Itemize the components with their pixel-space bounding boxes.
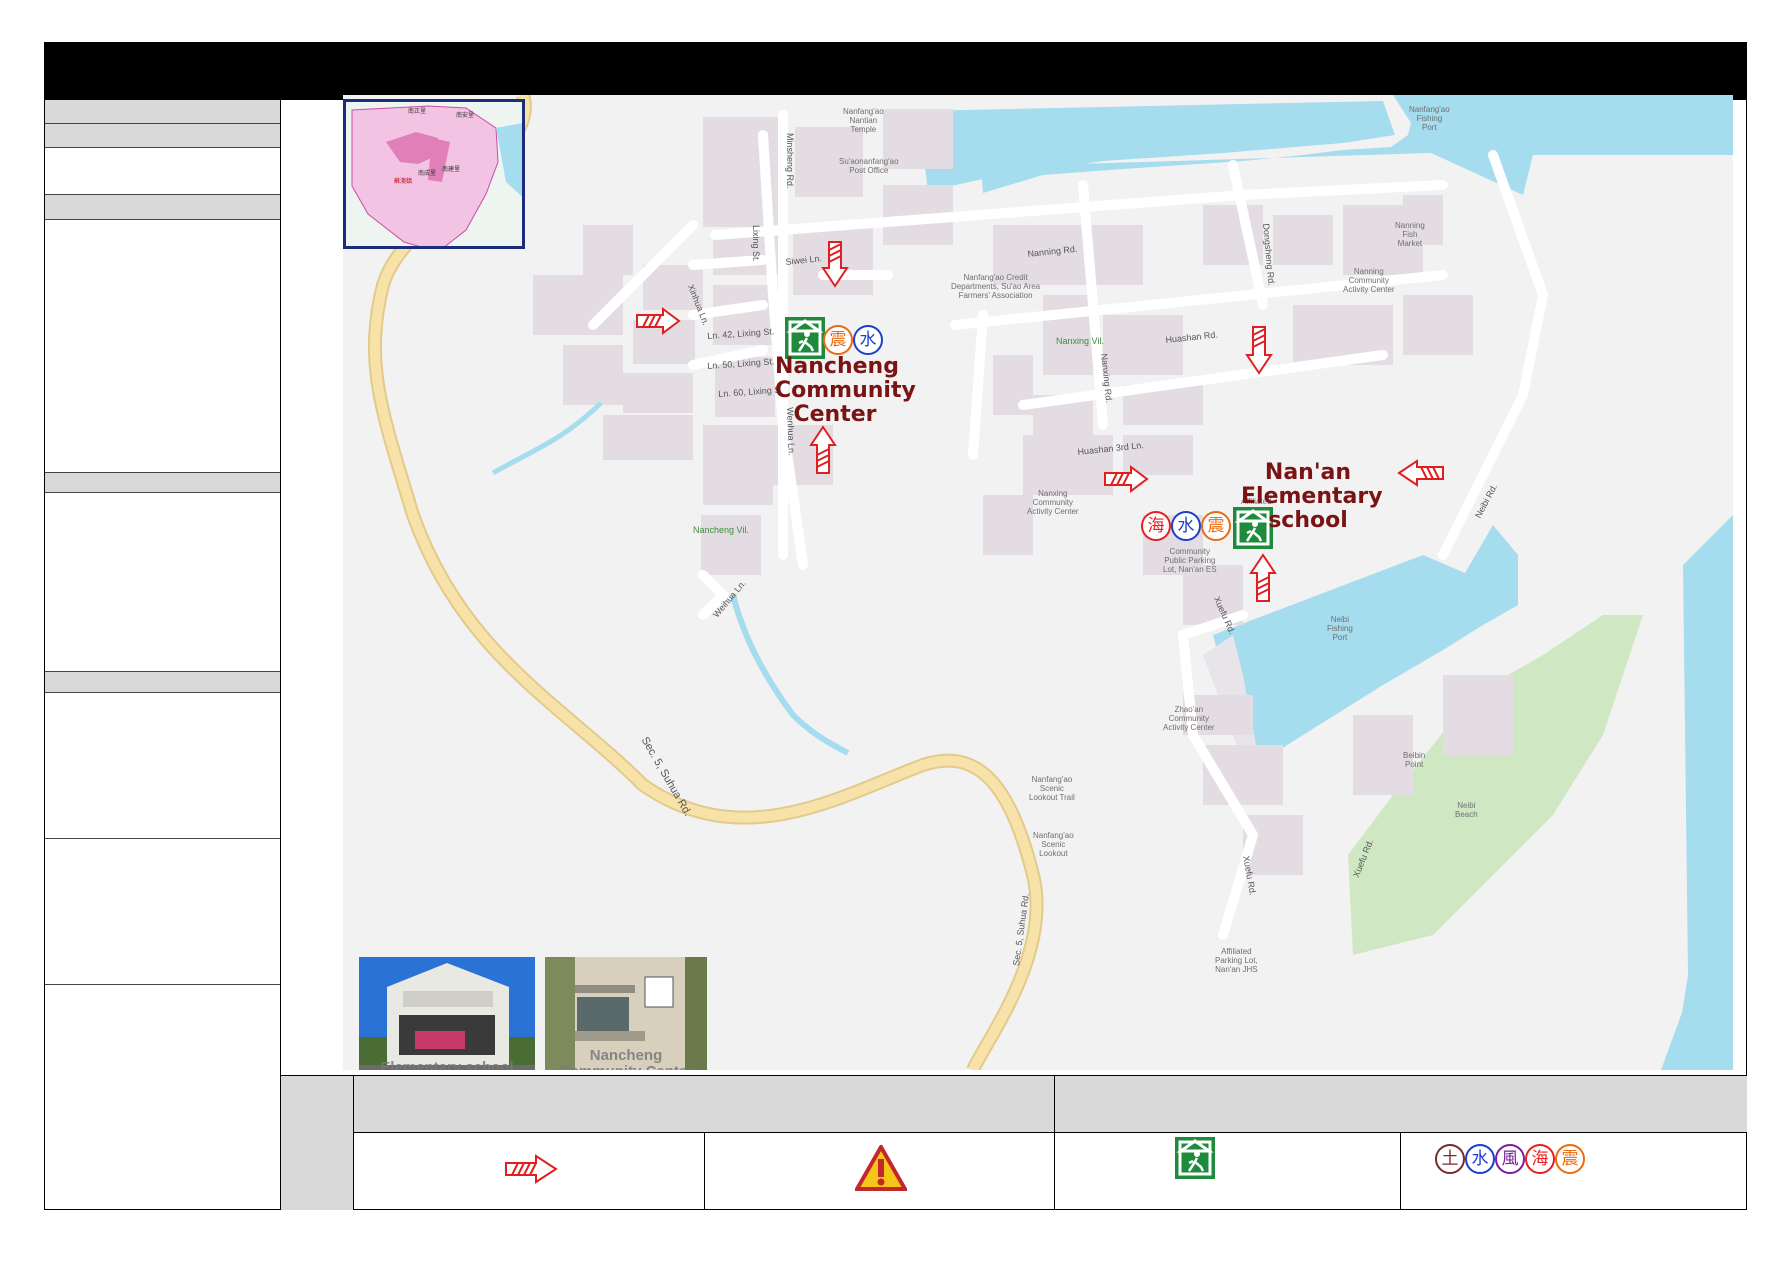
tsunami-hazard-icon: 海 xyxy=(1141,511,1171,541)
flood-hazard-icon: 水 xyxy=(1171,511,1201,541)
evac-arrow-2 xyxy=(821,241,849,288)
poi-temple: Nanfang'ao Nantian Temple xyxy=(843,107,884,134)
sidebar-cell-6 xyxy=(45,985,280,1210)
sidebar-cell-1 xyxy=(45,148,280,195)
stream-2 xyxy=(730,594,850,756)
earthquake-hazard-icon: 震 xyxy=(823,325,853,355)
sidebar-cell-5 xyxy=(45,839,280,985)
evac-arrow-6 xyxy=(1397,459,1444,487)
sidebar-cell-3 xyxy=(45,493,280,672)
shelter-title-nanan: Nan'an Elementary school xyxy=(1241,460,1383,533)
legend-cell-hazards: 土 水 風 海 震 xyxy=(1400,1132,1747,1210)
stream-1 xyxy=(491,401,603,476)
shelter-title-nancheng: Nancheng Community Center xyxy=(775,354,916,427)
inset-locator-map: 南正里 蘇澳鎮 南成里 南安里 南建里 xyxy=(343,99,525,249)
poi-beibin-point: Beibin Point xyxy=(1403,751,1426,769)
evac-arrow-4 xyxy=(1104,465,1149,493)
evac-arrow-5 xyxy=(1245,326,1273,375)
poi-nanxing-center: Nanxing Community Activity Center xyxy=(1027,489,1079,516)
poi-fish-market: Nanning Fish Market xyxy=(1395,221,1425,248)
legend-cell-route xyxy=(353,1132,704,1210)
school-photo xyxy=(359,957,535,1070)
legend-cell-shelter xyxy=(1054,1132,1400,1210)
street-minsheng: Minsheng Rd. xyxy=(785,133,795,189)
poi-zhaoan-center: Zhao'an Community Activity Center xyxy=(1163,705,1215,732)
legend-label-cell xyxy=(281,1075,353,1210)
evac-arrow-3 xyxy=(809,425,837,474)
wind-hazard-icon: 風 xyxy=(1495,1144,1525,1174)
poi-parking-jhs: Affiliated Parking Lot, Nan'an JHS xyxy=(1215,947,1258,974)
sidebar-header-1 xyxy=(45,100,280,124)
flood-hazard-icon: 水 xyxy=(853,325,883,355)
north-harbor xyxy=(918,101,1395,191)
hazard-warning-icon xyxy=(855,1145,907,1191)
flood-hazard-icon: 水 xyxy=(1465,1144,1495,1174)
photo-community-center: NanchengCommunity Center xyxy=(545,957,707,1070)
village-label-nancheng: Nancheng Vil. xyxy=(693,525,749,535)
poi-credit-dept: Nanfang'ao Credit Departments, Su'ao Area… xyxy=(951,273,1041,300)
inset-label-5: 南建里 xyxy=(442,167,461,173)
inset-label-3: 南成里 xyxy=(418,171,437,177)
legend: 土 水 風 海 震 xyxy=(281,1075,1747,1210)
shelter-icon xyxy=(1175,1137,1215,1179)
title-bar xyxy=(45,43,1746,100)
evacuation-route-icon xyxy=(505,1154,558,1184)
photo-elementary-school: Elementary school xyxy=(359,957,535,1070)
sidebar-header-5 xyxy=(45,672,280,693)
east-sea xyxy=(1673,515,1733,1070)
document-frame: 南正里 蘇澳鎮 南成里 南安里 南建里 Nancheng Vil. Nanxin… xyxy=(44,42,1747,1210)
earthquake-hazard-icon: 震 xyxy=(1201,511,1231,541)
earthquake-hazard-icon: 震 xyxy=(1555,1144,1585,1174)
sidebar-header-2 xyxy=(45,124,280,148)
map-basemap xyxy=(368,95,1733,1070)
photo-caption-center: NanchengCommunity Center xyxy=(559,1047,693,1071)
poi-parking-es: Community Public Parking Lot, Nan'an ES xyxy=(1163,547,1217,574)
inset-label-1: 南正里 xyxy=(408,109,427,115)
street-lixing: Lixing St. xyxy=(751,225,761,263)
sidebar-header-3 xyxy=(45,195,280,220)
poi-fishing-port: Nanfang'ao Fishing Port xyxy=(1409,105,1450,132)
poi-scenic-lookout: Nanfang'ao Scenic Lookout xyxy=(1033,831,1074,858)
village-label-nanxing: Nanxing Vil. xyxy=(1056,336,1104,346)
legend-cell-warning xyxy=(704,1132,1054,1210)
inset-label-4: 南安里 xyxy=(456,113,475,119)
landslide-hazard-icon: 土 xyxy=(1435,1144,1465,1174)
evac-arrow-7 xyxy=(1249,553,1277,602)
evac-arrow-1 xyxy=(636,307,681,335)
inset-label-2: 蘇澳鎮 xyxy=(394,179,413,185)
poi-nanning-center: Nanning Community Activity Center xyxy=(1343,267,1395,294)
poi-post-office: Su'aonanfang'ao Post Office xyxy=(839,157,899,175)
shelter-icon xyxy=(785,317,825,359)
poi-neibi-beach: Neibi Beach xyxy=(1455,801,1478,819)
sidebar-cell-2 xyxy=(45,220,280,473)
legend-header-right xyxy=(1054,1075,1747,1132)
tsunami-hazard-icon: 海 xyxy=(1525,1144,1555,1174)
legend-header-left xyxy=(353,1075,1054,1132)
info-sidebar xyxy=(45,100,281,1210)
sidebar-cell-4 xyxy=(45,693,280,839)
photo-caption-school: Elementary school xyxy=(380,1059,514,1070)
sidebar-header-4 xyxy=(45,473,280,493)
poi-lookout-trail: Nanfang'ao Scenic Lookout Trail xyxy=(1029,775,1075,802)
evacuation-map[interactable]: 南正里 蘇澳鎮 南成里 南安里 南建里 Nancheng Vil. Nanxin… xyxy=(343,95,1733,1070)
poi-neibi-fishing: Neibi Fishing Port xyxy=(1327,615,1353,642)
